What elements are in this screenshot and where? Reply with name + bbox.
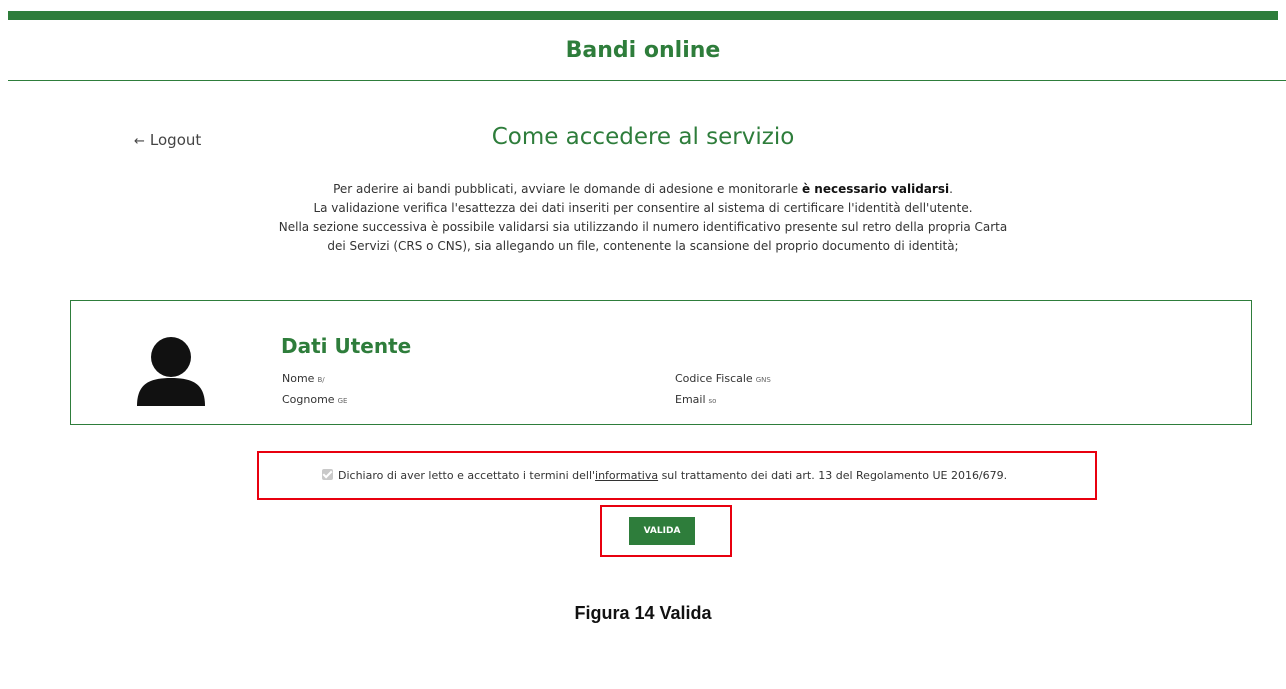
intro-line-4: dei Servizi (CRS o CNS), sia allegando u… [327, 239, 959, 253]
user-silhouette-icon [137, 337, 205, 406]
intro-line-3: Nella sezione successiva è possibile val… [278, 220, 1008, 234]
cognome-label: Cognome [282, 393, 335, 406]
consent-text-after: sul trattamento dei dati art. 13 del Reg… [658, 469, 1008, 482]
header-divider [8, 80, 1286, 81]
app-title: Bandi online [565, 38, 721, 63]
field-codice-fiscale: Codice Fiscale GNS [675, 372, 771, 385]
consent-row: Dichiaro di aver letto e accettato i ter… [322, 469, 1007, 482]
consent-text-before: Dichiaro di aver letto e accettato i ter… [338, 469, 596, 482]
intro-line-1: Per aderire ai bandi pubblicati, avviare… [333, 182, 953, 196]
field-cognome: Cognome GE [282, 393, 347, 406]
intro-text: Per aderire ai bandi pubblicati, avviare… [223, 180, 1063, 256]
intro-emphasis: è necessario validarsi [801, 182, 950, 196]
field-nome: Nome B/ [282, 372, 325, 385]
card-title: Dati Utente [281, 334, 412, 358]
email-label: Email [675, 393, 706, 406]
intro-line-2: La validazione verifica l'esattezza dei … [313, 201, 973, 215]
page-title: Come accedere al servizio [491, 124, 795, 150]
valida-button[interactable]: VALIDA [629, 517, 695, 545]
field-email: Email so [675, 393, 716, 406]
cognome-value: GE [337, 397, 348, 405]
codice-fiscale-label: Codice Fiscale [675, 372, 753, 385]
nome-label: Nome [282, 372, 315, 385]
email-value: so [708, 397, 717, 405]
top-accent-bar [8, 11, 1278, 20]
consent-checkbox[interactable] [322, 469, 333, 480]
user-data-card: Dati Utente Nome B/ Cognome GE Codice Fisc… [70, 300, 1252, 425]
codice-fiscale-value: GNS [755, 376, 771, 384]
nome-value: B/ [317, 376, 325, 384]
informativa-link[interactable]: informativa [595, 469, 658, 482]
figure-caption: Figura 14 Valida [574, 603, 712, 623]
